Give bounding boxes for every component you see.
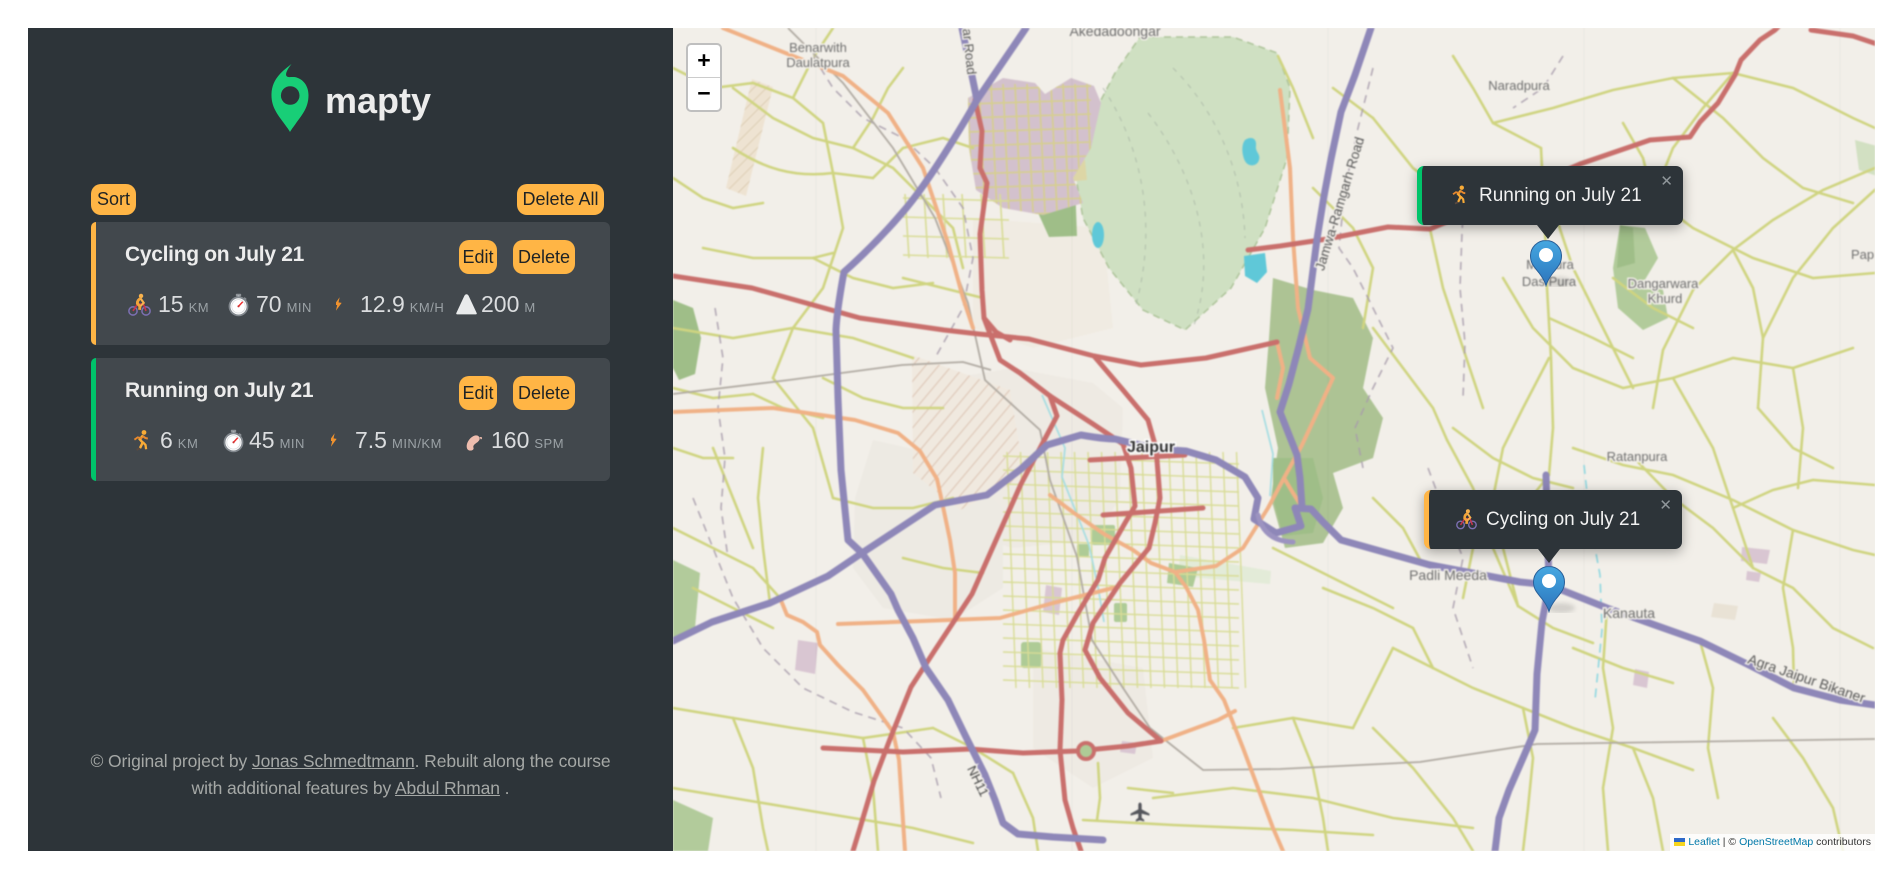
svg-text:Padli Meeda: Padli Meeda <box>1409 567 1487 583</box>
svg-text:Pap: Pap <box>1851 247 1874 262</box>
svg-text:Akedadoongar: Akedadoongar <box>1069 28 1160 39</box>
svg-text:Kanauta: Kanauta <box>1603 605 1655 621</box>
svg-text:Jaipur: Jaipur <box>1127 439 1175 456</box>
svg-text:Naradpura: Naradpura <box>1488 78 1550 93</box>
svg-text:Daulatpura: Daulatpura <box>786 55 850 70</box>
svg-text:Khurd: Khurd <box>1648 291 1683 306</box>
svg-text:Dangarwara: Dangarwara <box>1628 276 1700 291</box>
svg-text:Ratanpura: Ratanpura <box>1607 449 1668 464</box>
svg-text:Benarwith: Benarwith <box>789 40 847 55</box>
